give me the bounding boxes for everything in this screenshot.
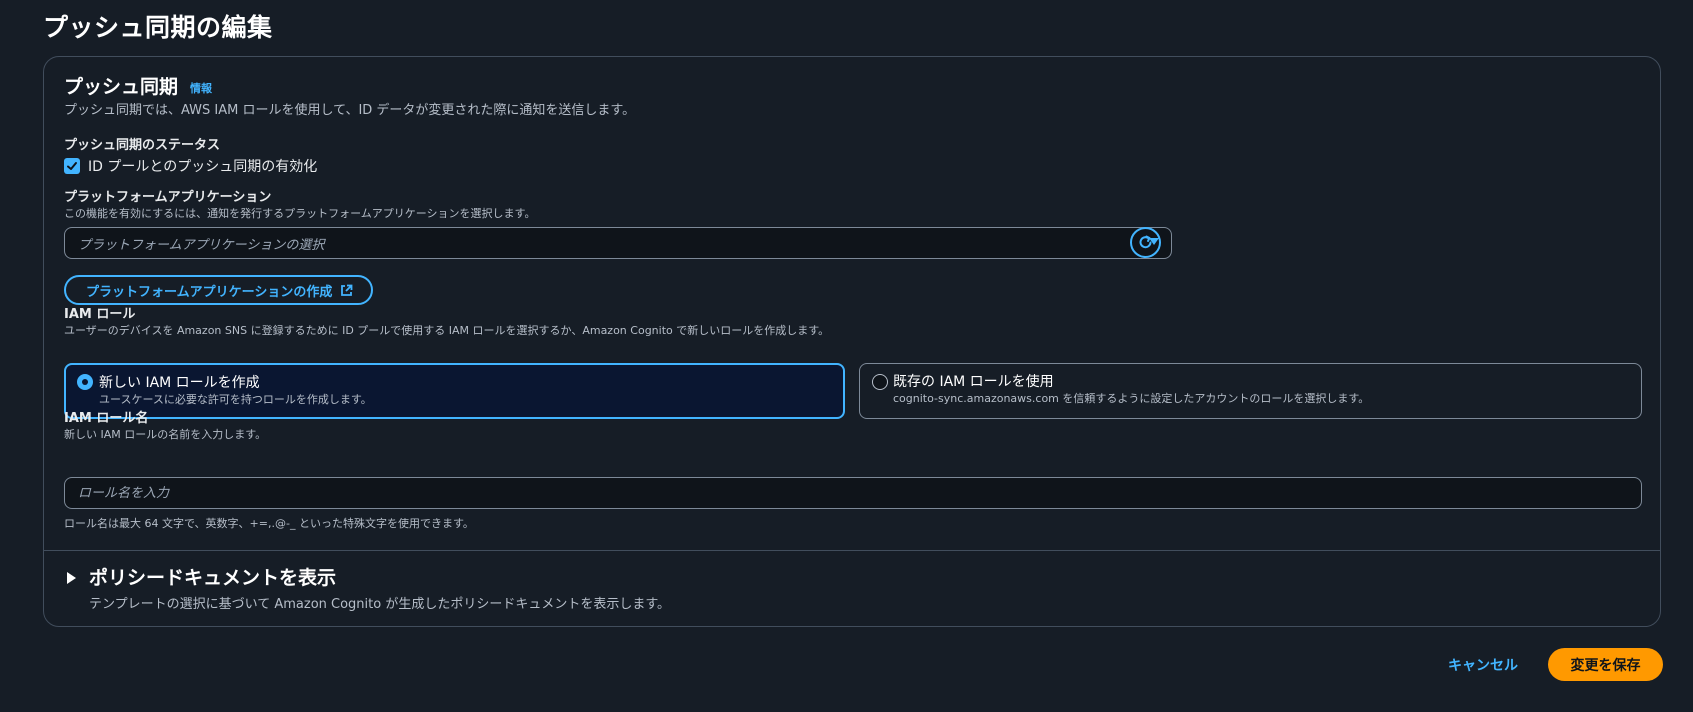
select-placeholder: プラットフォームアプリケーションの選択	[78, 238, 325, 253]
new-iam-role-description: ユースケースに必要な許可を持つロールを作成します。	[99, 393, 372, 406]
enable-push-sync-checkbox[interactable]	[64, 158, 80, 174]
cancel-button[interactable]: キャンセル	[1448, 655, 1518, 675]
section-title: プッシュ同期	[64, 76, 179, 98]
existing-iam-role-title: 既存の IAM ロールを使用	[893, 374, 1054, 390]
status-label: プッシュ同期のステータス	[64, 138, 221, 153]
radio-unselected-icon[interactable]	[872, 374, 888, 390]
divider	[44, 550, 1660, 551]
platform-app-select[interactable]: プラットフォームアプリケーションの選択	[64, 227, 1172, 259]
iam-role-description: ユーザーのデバイスを Amazon SNS に登録するために ID プールで使用…	[64, 324, 830, 337]
section-description: プッシュ同期では、AWS IAM ロールを使用して、ID データが変更された際に…	[64, 103, 636, 118]
save-changes-button[interactable]: 変更を保存	[1548, 648, 1663, 681]
external-link-icon	[341, 284, 353, 296]
checkmark-icon	[67, 162, 77, 170]
create-platform-app-button[interactable]: プラットフォームアプリケーションの作成	[64, 275, 374, 305]
refresh-button[interactable]	[1130, 227, 1161, 258]
role-name-constraint: ロール名は最大 64 文字で、英数字、+=,.@-_ といった特殊文字を使用でき…	[64, 517, 474, 530]
caret-right-icon[interactable]	[67, 572, 76, 584]
existing-iam-role-option[interactable]: 既存の IAM ロールを使用 cognito-sync.amazonaws.co…	[859, 363, 1642, 419]
role-name-description: 新しい IAM ロールの名前を入力します。	[64, 428, 267, 441]
role-name-input[interactable]	[64, 477, 1642, 509]
new-iam-role-title: 新しい IAM ロールを作成	[99, 375, 260, 391]
page-title: プッシュ同期の編集	[43, 13, 273, 42]
role-name-label: IAM ロール名	[64, 411, 149, 426]
iam-role-label: IAM ロール	[64, 307, 136, 322]
radio-selected-icon[interactable]	[77, 374, 93, 390]
platform-app-description: この機能を有効にするには、通知を発行するプラットフォームアプリケーションを選択し…	[64, 207, 536, 220]
platform-app-label: プラットフォームアプリケーション	[64, 190, 272, 205]
enable-push-sync-label[interactable]: ID プールとのプッシュ同期の有効化	[88, 156, 317, 176]
push-sync-container: プッシュ同期 情報 プッシュ同期では、AWS IAM ロールを使用して、ID デ…	[43, 56, 1661, 627]
policy-doc-toggle[interactable]: ポリシードキュメントを表示	[89, 563, 336, 590]
new-iam-role-option[interactable]: 新しい IAM ロールを作成 ユースケースに必要な許可を持つロールを作成します。	[64, 363, 845, 419]
policy-doc-description: テンプレートの選択に基づいて Amazon Cognito が生成したポリシード…	[89, 597, 671, 612]
refresh-icon	[1139, 235, 1152, 249]
existing-iam-role-description: cognito-sync.amazonaws.com を信頼するように設定したア…	[893, 392, 1370, 405]
create-platform-app-label: プラットフォームアプリケーションの作成	[86, 284, 333, 300]
info-link[interactable]: 情報	[190, 80, 212, 96]
